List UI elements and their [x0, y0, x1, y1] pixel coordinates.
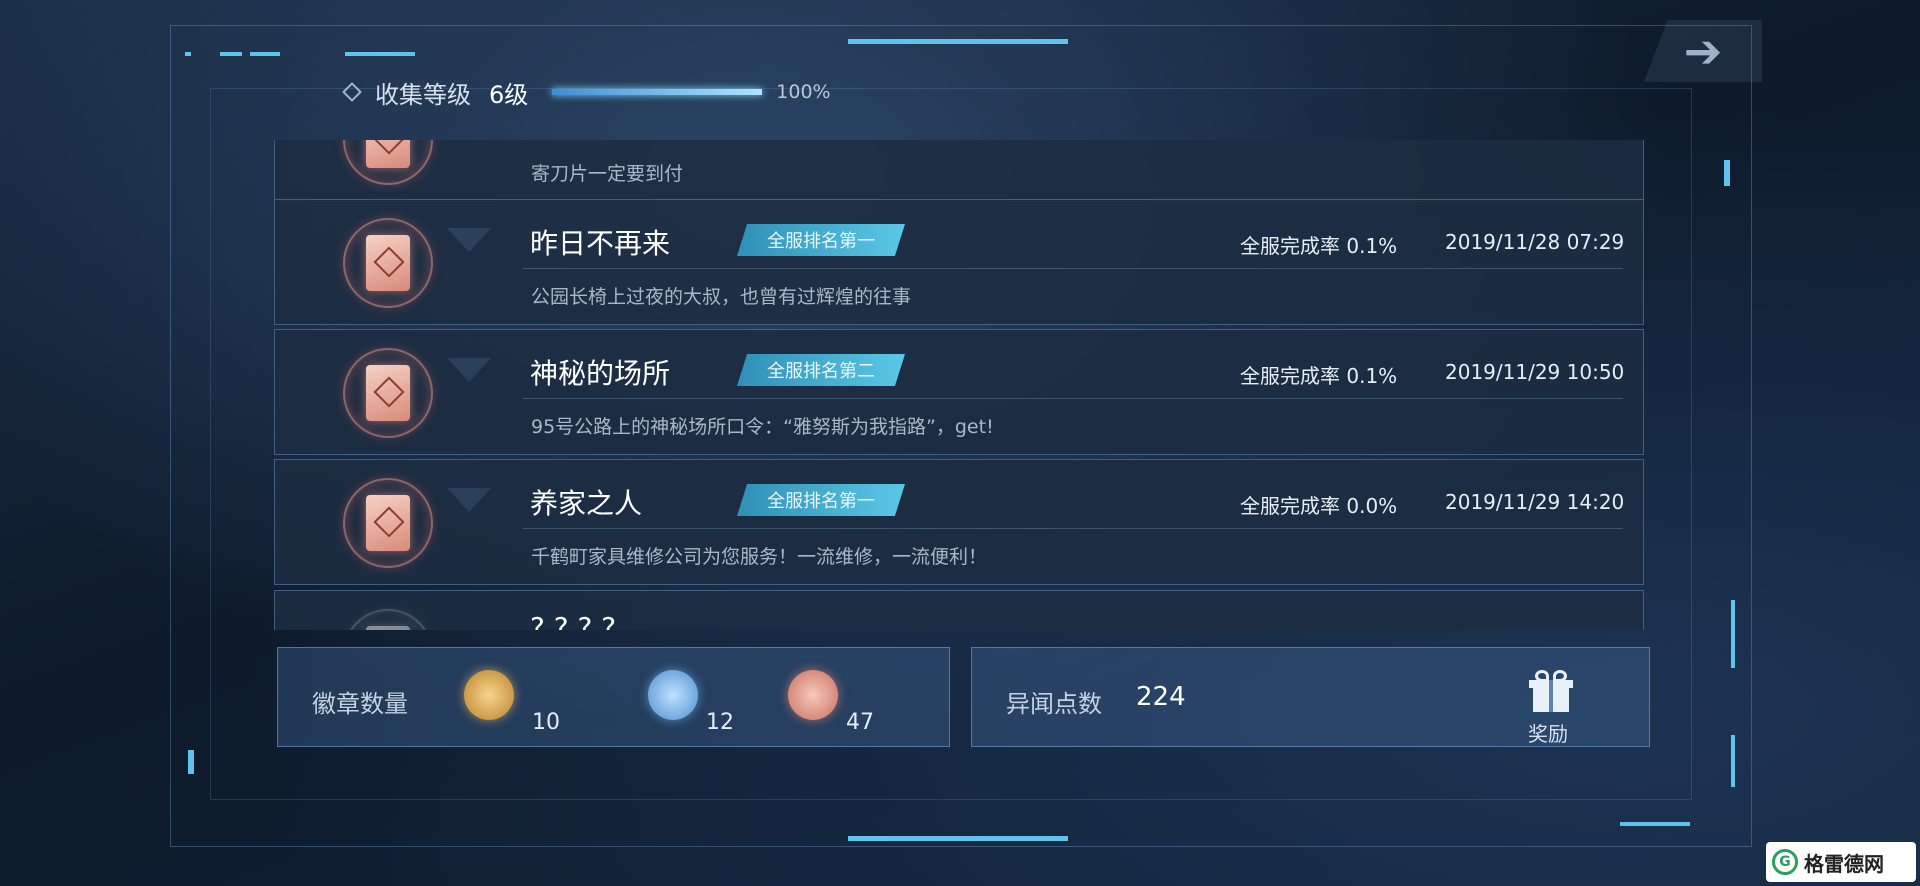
- top-left-dash: [250, 52, 280, 56]
- triangle-decor-icon: [447, 488, 491, 512]
- points-value: 224: [1136, 682, 1186, 712]
- badge-count-label: 徽章数量: [312, 690, 408, 718]
- achievement-date: 2019/11/29 14:20: [1445, 490, 1625, 514]
- gold-badge-count: 10: [532, 710, 560, 735]
- red-badge-icon: [788, 670, 838, 720]
- arrow-right-icon: ➔: [1683, 24, 1723, 78]
- points-panel: 异闻点数 224 奖励: [971, 647, 1650, 747]
- achievement-title: 养家之人: [530, 487, 643, 520]
- collection-level-label: 收集等级: [375, 80, 471, 109]
- achievement-title-hidden: ? ? ? ?: [530, 611, 617, 630]
- blue-badge-icon: [648, 670, 698, 720]
- bottom-right-dash: [1620, 822, 1690, 826]
- achievement-date: 2019/11/29 10:50: [1445, 360, 1625, 384]
- site-watermark: G 格雷德网: [1766, 842, 1916, 882]
- achievement-description: 95号公路上的神秘场所口令：“雅努斯为我指路”，get!: [531, 416, 994, 438]
- achievement-description: 寄刀片一定要到付: [531, 163, 684, 185]
- triangle-decor-icon: [447, 228, 491, 252]
- rank-tag: 全服排名第一: [737, 484, 905, 516]
- achievement-title: 神秘的场所: [530, 357, 671, 390]
- achievement-badge-icon: [343, 218, 433, 308]
- achievement-row[interactable]: 养家之人 全服排名第一 全服完成率 0.0% 2019/11/29 14:20 …: [274, 459, 1644, 585]
- achievement-date: 2019/11/28 07:29: [1445, 230, 1625, 254]
- right-vertical-bar: [1731, 735, 1735, 787]
- collection-progress-bar: [552, 89, 763, 95]
- watermark-text: 格雷德网: [1804, 851, 1884, 876]
- achievement-badge-icon: [343, 348, 433, 438]
- achievement-list[interactable]: 寄刀片一定要到付 昨日不再来 全服排名第一 全服完成率 0.1% 2019/11…: [274, 140, 1646, 630]
- blue-badge-count: 12: [706, 710, 734, 735]
- achievement-badge-icon: [343, 478, 433, 568]
- achievement-row[interactable]: 神秘的场所 全服排名第二 全服完成率 0.1% 2019/11/29 10:50…: [274, 329, 1644, 455]
- gold-badge-icon: [464, 670, 514, 720]
- rank-tag: 全服排名第二: [737, 354, 905, 386]
- rank-tag: 全服排名第一: [737, 224, 905, 256]
- top-left-dash: [345, 52, 415, 56]
- row-divider: [523, 528, 1623, 529]
- completion-rate: 全服完成率 0.1%: [1240, 234, 1398, 258]
- achievement-row-partial[interactable]: 寄刀片一定要到付: [274, 140, 1644, 202]
- top-left-dash: [185, 52, 191, 56]
- achievement-row-locked[interactable]: ? ? ? ?: [274, 590, 1644, 630]
- red-badge-count: 47: [846, 710, 874, 735]
- bottom-center-bar: [848, 836, 1068, 841]
- row-divider: [523, 398, 1623, 399]
- achievement-badge-icon: [343, 140, 433, 185]
- right-small-bar: [1724, 160, 1730, 186]
- triangle-decor-icon: [447, 358, 491, 382]
- collection-progress-percent: 100%: [776, 81, 831, 103]
- collection-progress-fill: [552, 89, 763, 95]
- completion-rate: 全服完成率 0.0%: [1240, 494, 1398, 518]
- achievement-title: 昨日不再来: [530, 227, 671, 260]
- locked-badge-icon: [343, 609, 433, 630]
- top-center-bar: [848, 39, 1068, 44]
- badge-count-panel: 徽章数量 10 12 47: [277, 647, 950, 747]
- top-left-dash: [220, 52, 242, 56]
- left-small-bar: [188, 750, 194, 774]
- reward-button-label[interactable]: 奖励: [1528, 718, 1568, 747]
- points-label: 异闻点数: [1006, 690, 1102, 718]
- gift-icon[interactable]: [1529, 670, 1573, 714]
- completion-rate: 全服完成率 0.1%: [1240, 364, 1398, 388]
- collection-level-value: 6级: [489, 80, 529, 109]
- row-divider: [523, 268, 1623, 269]
- watermark-logo-icon: G: [1772, 849, 1798, 875]
- collection-header: 收集等级 6级 100%: [342, 72, 831, 112]
- right-vertical-bar: [1731, 600, 1735, 668]
- achievement-description: 公园长椅上过夜的大叔，也曾有过辉煌的往事: [531, 286, 912, 308]
- achievement-row[interactable]: 昨日不再来 全服排名第一 全服完成率 0.1% 2019/11/28 07:29…: [274, 199, 1644, 325]
- achievement-description: 千鹤町家具维修公司为您服务！一流维修，一流便利！: [531, 546, 988, 568]
- diamond-icon: [342, 82, 362, 102]
